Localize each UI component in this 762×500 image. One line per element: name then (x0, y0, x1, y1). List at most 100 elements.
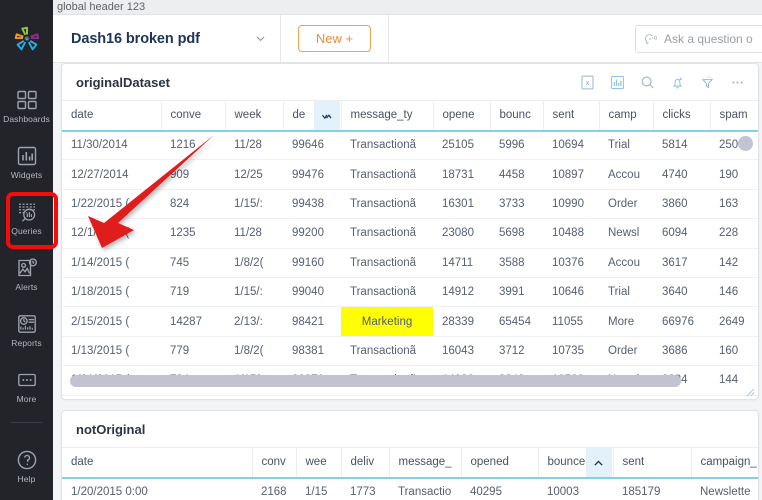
table-cell[interactable]: 2/13/: (225, 307, 283, 336)
table-cell[interactable]: 10735 (543, 336, 599, 365)
table-row[interactable]: 12/1/2014 (123511/2899200Transactionã230… (62, 219, 759, 248)
dashboard-title-selector[interactable]: Dash16 broken pdf (53, 15, 281, 62)
filter-sparkle-icon[interactable] (699, 74, 716, 91)
table-cell[interactable]: Transactionã (341, 219, 433, 248)
table-cell[interactable]: 12/1/2014 ( (62, 219, 161, 248)
table-row[interactable]: 1/22/2015 (8241/15/:99438Transactionã163… (62, 189, 759, 218)
table-cell[interactable]: 779 (161, 336, 225, 365)
column-header-week[interactable]: week (225, 101, 283, 131)
table-cell[interactable]: Transactionã (341, 160, 433, 189)
table-cell[interactable]: Order (599, 189, 653, 218)
sidebar-item-reports[interactable]: Reports (0, 302, 53, 358)
table-cell[interactable]: 3640 (653, 277, 710, 306)
table-cell[interactable]: 98421 (283, 307, 341, 336)
table-cell[interactable]: 719 (161, 277, 225, 306)
table-cell[interactable]: 1216 (161, 131, 225, 160)
table-cell[interactable]: Transactionã (341, 189, 433, 218)
column-header-date[interactable]: date (62, 101, 161, 131)
table-cell[interactable]: 5814 (653, 131, 710, 160)
table-cell[interactable]: 28339 (433, 307, 490, 336)
table-cell[interactable]: 14912 (433, 277, 490, 306)
column-header-spam[interactable]: spam (710, 101, 759, 131)
table-cell[interactable]: 1/13/2015 ( (62, 336, 161, 365)
table-row[interactable]: 1/20/2015 0:0021681/151773Transactio4029… (62, 478, 759, 500)
column-header-opene[interactable]: opene (433, 101, 490, 131)
column-header-camp[interactable]: camp (599, 101, 653, 131)
table-cell[interactable]: Newsl (599, 219, 653, 248)
table-cell[interactable]: 3860 (653, 189, 710, 218)
table-cell[interactable]: 66976 (653, 307, 710, 336)
vertical-scrollbar-thumb[interactable] (738, 136, 753, 151)
column-header-date[interactable]: date (62, 448, 252, 478)
search-icon[interactable] (639, 74, 656, 91)
table-cell[interactable]: 163 (710, 189, 759, 218)
table-cell[interactable]: 16301 (433, 189, 490, 218)
column-header-wee[interactable]: wee (296, 448, 341, 478)
horizontal-scrollbar-thumb[interactable] (70, 375, 681, 387)
table-cell[interactable]: 909 (161, 160, 225, 189)
table-cell[interactable]: 3686 (653, 336, 710, 365)
table-cell[interactable]: 99200 (283, 219, 341, 248)
table-cell[interactable]: 824 (161, 189, 225, 218)
column-header-conve[interactable]: conve (161, 101, 225, 131)
table-cell[interactable]: 745 (161, 248, 225, 277)
table-cell[interactable]: 40295 (461, 478, 538, 500)
table-cell[interactable]: Marketing (341, 307, 433, 336)
table-cell[interactable]: Transactionã (341, 131, 433, 160)
table-cell[interactable]: 10488 (543, 219, 599, 248)
table-cell[interactable]: 2/15/2015 ( (62, 307, 161, 336)
table-cell[interactable]: 12/27/2014 (62, 160, 161, 189)
column-header-sent[interactable]: sent (543, 101, 599, 131)
table-row[interactable]: 1/13/2015 (7791/8/2(98381Transactionã160… (62, 336, 759, 365)
column-header-campaign[interactable]: campaign_ (691, 448, 759, 478)
table-cell[interactable]: Transactionã (341, 277, 433, 306)
table-cell[interactable]: 11055 (543, 307, 599, 336)
column-header-sent[interactable]: sent (613, 448, 691, 478)
table-row[interactable]: 12/27/201490912/2599476Transactionã18731… (62, 160, 759, 189)
column-header-bounc[interactable]: bounc (490, 101, 543, 131)
table-cell[interactable]: 146 (710, 277, 759, 306)
table-cell[interactable]: 10990 (543, 189, 599, 218)
chevron-up-icon[interactable] (586, 448, 612, 478)
table-cell[interactable]: 3712 (490, 336, 543, 365)
sidebar-item-queries[interactable]: Queries (0, 190, 53, 246)
column-header-bounce[interactable]: bounce (538, 448, 613, 478)
more-ellipsis-icon[interactable] (729, 74, 746, 91)
table-cell[interactable]: Newslette (691, 478, 759, 500)
sidebar-item-widgets[interactable]: Widgets (0, 134, 53, 190)
table-cell[interactable]: Order (599, 336, 653, 365)
table-cell[interactable]: 6094 (653, 219, 710, 248)
table-cell[interactable]: 228 (710, 219, 759, 248)
sidebar-item-help[interactable]: Help (0, 438, 53, 494)
table-cell[interactable]: 10376 (543, 248, 599, 277)
excel-export-icon[interactable]: x (579, 74, 596, 91)
table-cell[interactable]: 1/8/2( (225, 336, 283, 365)
table-row[interactable]: 11/30/2014121611/2899646Transactionã2510… (62, 131, 759, 160)
ask-question-input[interactable]: Ask a question o (635, 25, 762, 53)
table-cell[interactable]: 10003 (538, 478, 613, 500)
table-cell[interactable]: 1/14/2015 ( (62, 248, 161, 277)
table-cell[interactable]: 12/25 (225, 160, 283, 189)
table-cell[interactable]: Transactionã (341, 248, 433, 277)
table-cell[interactable]: 1773 (341, 478, 389, 500)
table-cell[interactable]: 99040 (283, 277, 341, 306)
table-cell[interactable]: 65454 (490, 307, 543, 336)
table-row[interactable]: 1/18/2015 (7191/15/:99040Transactionã149… (62, 277, 759, 306)
table-cell[interactable]: 11/28 (225, 219, 283, 248)
table-cell[interactable]: 3588 (490, 248, 543, 277)
table-cell[interactable]: 11/28 (225, 131, 283, 160)
table-cell[interactable]: 1/20/2015 0:00 (62, 478, 252, 500)
table-cell[interactable]: 1/15 (296, 478, 341, 500)
table-cell[interactable]: 1/18/2015 ( (62, 277, 161, 306)
table-row[interactable]: 1/14/2015 (7451/8/2(99160Transactionã147… (62, 248, 759, 277)
table-cell[interactable]: Transactio (389, 478, 461, 500)
column-header-opened[interactable]: opened (461, 448, 538, 478)
table-cell[interactable]: 2168 (252, 478, 296, 500)
table-cell[interactable]: 99476 (283, 160, 341, 189)
table-cell[interactable]: 10897 (543, 160, 599, 189)
table-cell[interactable]: 99438 (283, 189, 341, 218)
table-cell[interactable]: 1/22/2015 ( (62, 189, 161, 218)
column-header-clicks[interactable]: clicks (653, 101, 710, 131)
column-header-message[interactable]: message_ (389, 448, 461, 478)
table-cell[interactable]: Transactionã (341, 336, 433, 365)
